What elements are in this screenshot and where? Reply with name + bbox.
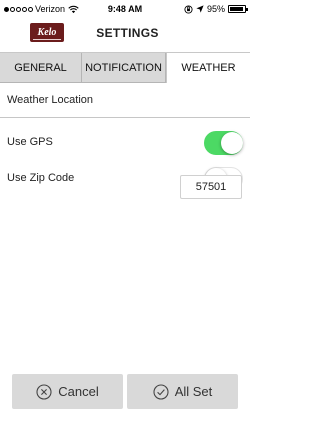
use-gps-toggle[interactable] [204, 131, 243, 155]
status-bar: Verizon 9:48 AM 95% [0, 0, 250, 18]
all-set-button[interactable]: All Set [127, 374, 238, 409]
tab-notification[interactable]: NOTIFICATION [82, 53, 166, 83]
status-time: 9:48 AM [107, 4, 143, 14]
cancel-button-label: Cancel [58, 384, 99, 399]
page-title: SETTINGS [96, 26, 159, 40]
battery-icon [228, 5, 248, 13]
toggle-knob [221, 132, 243, 154]
check-circle-icon [153, 383, 169, 400]
settings-tabs: GENERAL NOTIFICATION WEATHER [0, 52, 250, 83]
tab-general[interactable]: GENERAL [0, 53, 82, 83]
navigation-bar: Kelo SETTINGS [0, 18, 250, 50]
zip-code-input[interactable] [180, 175, 242, 199]
close-circle-icon [36, 383, 52, 400]
all-set-button-label: All Set [174, 384, 213, 399]
tab-weather[interactable]: WEATHER [166, 53, 250, 83]
use-gps-label: Use GPS [7, 136, 53, 148]
battery-level [230, 7, 244, 11]
settings-screen: Verizon 9:48 AM 95% Kelo SETTINGS GENERA… [0, 0, 250, 445]
section-divider [0, 117, 250, 118]
use-zip-code-label: Use Zip Code [7, 172, 75, 184]
cancel-button[interactable]: Cancel [12, 374, 123, 409]
weather-location-heading: Weather Location [7, 94, 94, 106]
